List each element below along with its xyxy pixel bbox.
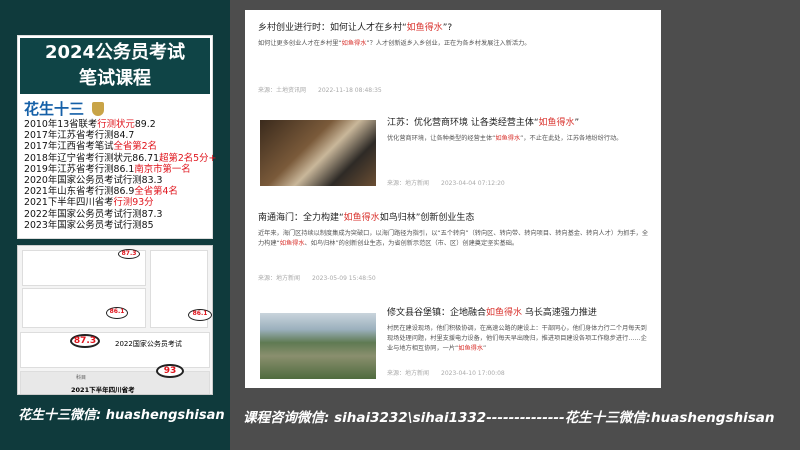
achievement-text: 2019年江苏省考行测86.1 [24, 163, 135, 175]
text-fragment: 如鸟归林”创新创业生态 [379, 213, 475, 223]
score-bubble: 86.1 [106, 307, 128, 319]
poster-title-line1: 2024公务员考试 [44, 42, 186, 63]
text-fragment: 如何让更多创业人才在乡村里“ [258, 40, 342, 47]
achievement-list: 2010年13省联考行测状元89.2 2017年江苏省考行测84.7 2017年江西… [18, 119, 216, 231]
achievement-item: 2010年13省联考行测状元89.2 [18, 119, 212, 130]
article-thumbnail[interactable] [260, 313, 376, 379]
score-proof-image: 87.3 86.1 86.1 2022国家公务员考试 87.3 科目 2021下… [17, 245, 213, 395]
achievement-item: 2018年辽宁省考行测状元86.71超第2名5分+ [18, 152, 216, 164]
achievement-tail: 89.2 [134, 119, 156, 130]
text-fragment: 如鱼得水 [341, 40, 367, 47]
article-source: 来源：地方新闻 [387, 370, 430, 377]
text-fragment: 如鱼得水 [406, 23, 443, 33]
text-fragment: 优化营商环境，让各种类型的经营主体“ [387, 135, 496, 142]
exam-label: 2021下半年四川省考 [71, 386, 135, 394]
article-meta: 来源：地方新闻 2023-04-10 17:00:08 [387, 368, 517, 377]
article-item[interactable]: 江苏：优化营商环境 让各类经营主体“如鱼得水” 优化营商环境，让各种类型的经营主… [245, 105, 661, 197]
achievement-hl: 南京市第一名 [134, 163, 191, 175]
achievement-text: 2022年国家公务员考试行测87.3 [24, 208, 163, 220]
article-title[interactable]: 乡村创业进行时：如何让人才在乡村“如鱼得水”? [258, 20, 649, 33]
achievement-hl: 超第2名5分+ [159, 152, 217, 164]
achievement-text: 2021下半年四川省考 [24, 197, 114, 209]
achievement-text: 2021年山东省考行测86.9 [24, 186, 135, 198]
promo-panel: 2024公务员考试 笔试课程 花生十三 2010年13省联考行测状元89.2 20… [0, 0, 230, 450]
text-fragment: ”？人才创新返乡入乡创业，正在为各乡村发展注入新活力。 [366, 40, 531, 47]
achievement-text: 2018年辽宁省考行测状元86.71 [24, 152, 160, 164]
text-fragment: ” [574, 118, 580, 128]
achievement-text: 2017年江苏省考行测84.7 [24, 130, 135, 142]
text-fragment: 江苏：优化营商环境 让各类经营主体“ [387, 118, 539, 128]
achievement-text: 2020年国家公务员考试行测83.3 [24, 175, 163, 187]
achievement-hl: 行测状元 [97, 119, 135, 130]
achievement-text: 2010年13省联考 [24, 119, 98, 130]
article-source: 来源：土地资讯网 [258, 87, 307, 94]
course-poster: 2024公务员考试 笔试课程 花生十三 2010年13省联考行测状元89.2 20… [17, 35, 216, 239]
text-fragment: ” [483, 345, 487, 352]
text-fragment: 如鱼得水 [538, 118, 575, 128]
search-results-list[interactable]: 乡村创业进行时：如何让人才在乡村“如鱼得水”? 如何让更多创业人才在乡村里“如鱼… [245, 10, 661, 388]
article-thumbnail[interactable] [260, 120, 376, 186]
proof-doc-2 [22, 288, 146, 328]
article-time: 2022-11-18 08:48:35 [318, 87, 382, 94]
article-item[interactable]: 乡村创业进行时：如何让人才在乡村“如鱼得水”? 如何让更多创业人才在乡村里“如鱼… [245, 12, 661, 104]
article-item[interactable]: 修文县谷堡镇：企地融合如鱼得水 乌长高速强力推进 村民在建设现场，他们积极协调，… [245, 295, 661, 387]
brand-name: 花生十三 [18, 96, 212, 119]
achievement-item: 2019年江苏省考行测86.1南京市第一名 [18, 164, 212, 175]
article-item[interactable]: 南通海门：全力构建“如鱼得水如鸟归林”创新创业生态 近年来，海门区持续以制度集成… [245, 200, 661, 292]
text-fragment: 乡村创业进行时：如何让人才在乡村“ [258, 23, 407, 33]
score-bubble: 87.3 [70, 334, 100, 348]
article-title[interactable]: 江苏：优化营商环境 让各类经营主体“如鱼得水” [387, 115, 649, 128]
text-fragment: 如鱼得水 [343, 213, 380, 223]
exam-label: 2022国家公务员考试 [115, 340, 182, 348]
poster-title-line2: 笔试课程 [79, 68, 151, 89]
achievement-item: 2022年国家公务员考试行测87.3 [18, 209, 212, 220]
achievement-item: 2021年山东省考行测86.9全省第4名 [18, 186, 212, 197]
text-fragment: 如鱼得水 [495, 135, 521, 142]
article-title[interactable]: 修文县谷堡镇：企地融合如鱼得水 乌长高速强力推进 [387, 305, 649, 318]
achievement-item: 2017年江苏省考行测84.7 [18, 130, 212, 141]
text-fragment: 、如鸟归林”的创新创业生态，为省创新示范区（市、区）创建奠定坚实基础。 [304, 240, 519, 247]
text-fragment: ”，不止在此处，江苏各地纷纷行动。 [520, 135, 623, 142]
wechat-contact: 花生十三微信: huashengshisan [18, 408, 225, 423]
article-time: 2023-04-04 07:12:20 [441, 180, 505, 187]
text-fragment: 修文县谷堡镇：企地融合 [387, 308, 487, 318]
article-meta: 来源：地方新闻 2023-05-09 15:48:50 [258, 273, 388, 282]
achievement-item: 2023年国家公务员考试行测85 [18, 220, 212, 231]
article-meta: 来源：地方新闻 2023-04-04 07:12:20 [387, 178, 517, 187]
medal-icon [92, 101, 105, 116]
achievement-hl: 全省第4名 [134, 186, 178, 198]
article-time: 2023-04-10 17:00:08 [441, 370, 505, 377]
achievement-text: 2017年江西省考笔试 [24, 141, 114, 153]
text-fragment: 乌长高速强力推进 [522, 308, 597, 318]
text-fragment: 村民在建设现场，他们积极协调，在高速公路的建设上：干部同心，他们身体力行二个月每… [387, 325, 647, 352]
article-description: 如何让更多创业人才在乡村里“如鱼得水”？人才创新返乡入乡创业，正在为各乡村发展注… [258, 39, 649, 49]
text-fragment: 如鱼得水 [279, 240, 305, 247]
article-source: 来源：地方新闻 [387, 180, 430, 187]
article-description: 村民在建设现场，他们积极协调，在高速公路的建设上：干部同心，他们身体力行二个月每… [387, 324, 649, 354]
text-fragment: ”? [442, 23, 453, 33]
achievement-item: 2020年国家公务员考试行测83.3 [18, 175, 212, 186]
article-description: 近年来，海门区持续以制度集成为突破口，以海门路径为指引，以“五个转向”（转向区、… [258, 229, 649, 249]
achievement-item: 2017年江西省考笔试全省第2名 [18, 141, 212, 152]
score-bubble: 93 [156, 364, 184, 378]
article-title[interactable]: 南通海门：全力构建“如鱼得水如鸟归林”创新创业生态 [258, 210, 649, 223]
proof-doc-4: 2022国家公务员考试 [20, 332, 210, 368]
brand-text: 花生十三 [24, 100, 85, 118]
score-bubble: 87.3 [118, 249, 140, 259]
article-description: 优化营商环境，让各种类型的经营主体“如鱼得水”，不止在此处，江苏各地纷纷行动。 [387, 134, 649, 144]
achievement-item: 2021下半年四川省考行测93分 [18, 197, 212, 208]
text-fragment: 如鱼得水 [458, 345, 484, 352]
article-meta: 来源：土地资讯网 2022-11-18 08:48:35 [258, 85, 394, 94]
course-contact-banner: 课程咨询微信: sihai3232\sihai1332-------------… [243, 410, 775, 426]
score-bubble: 86.1 [188, 309, 212, 321]
poster-title: 2024公务员考试 笔试课程 [20, 38, 210, 94]
achievement-hl: 全省第2名 [113, 141, 157, 153]
article-time: 2023-05-09 15:48:50 [312, 275, 376, 282]
text-fragment: 如鱼得水 [486, 308, 523, 318]
achievement-hl: 行测93分 [113, 197, 154, 209]
column-label: 科目 [76, 375, 87, 381]
achievement-text: 2023年国家公务员考试行测85 [24, 219, 154, 231]
article-source: 来源：地方新闻 [258, 275, 301, 282]
text-fragment: 南通海门：全力构建“ [258, 213, 344, 223]
